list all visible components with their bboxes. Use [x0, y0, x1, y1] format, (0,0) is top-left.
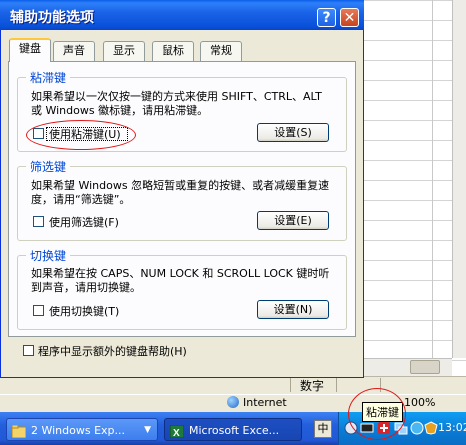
filter-keys-description: 如果希望 Windows 忽略短暂或重复的按键、或者减缓重复速度，请用“筛选键”… — [31, 179, 330, 206]
toggle-keys-checkbox-label[interactable]: 使用切换键(T) — [49, 303, 119, 319]
help-button[interactable]: ? — [317, 8, 336, 27]
taskbar-button-label: 2 Windows Exp... — [31, 424, 126, 437]
tab-sound[interactable]: 声音 — [53, 41, 95, 61]
sticky-keys-heading: 粘滞键 — [26, 69, 71, 86]
ime-indicator[interactable]: 中 — [314, 420, 332, 438]
toggle-keys-settings-button[interactable]: 设置(N) — [257, 300, 329, 319]
dialog-title: 辅助功能选项 — [10, 10, 94, 26]
toggle-keys-description: 如果希望在按 CAPS、NUM LOCK 和 SCROLL LOCK 键时听到声… — [31, 267, 330, 294]
tab-general[interactable]: 常规 — [200, 41, 242, 61]
horizontal-scroll-thumb[interactable] — [410, 360, 440, 374]
sticky-keys-settings-button[interactable]: 设置(S) — [257, 123, 329, 142]
close-button[interactable]: ✕ — [340, 8, 359, 27]
status-separator — [290, 378, 291, 392]
highlight-circle — [26, 120, 136, 150]
security-icon[interactable] — [424, 421, 438, 435]
taskbar-button-excel[interactable]: X Microsoft Exce... — [164, 418, 302, 441]
extra-keyboard-help-label[interactable]: 程序中显示额外的键盘帮助(H) — [38, 343, 187, 359]
taskbar-button-label: Microsoft Exce... — [189, 424, 280, 437]
clock[interactable]: 13:02 — [438, 421, 466, 434]
zoom-level[interactable]: 100% — [404, 396, 435, 409]
sticky-keys-description: 如果希望以一次仅按一键的方式来使用 SHIFT、CTRL、ALT 或 Windo… — [31, 90, 322, 117]
highlight-circle — [348, 388, 406, 440]
vertical-scrollbar[interactable] — [452, 0, 466, 358]
tab-display[interactable]: 显示 — [103, 41, 145, 61]
excel-status-bar — [0, 376, 466, 395]
globe-icon — [227, 396, 239, 408]
toggle-keys-heading: 切换键 — [26, 247, 71, 264]
svg-text:X: X — [173, 428, 180, 438]
filter-keys-checkbox-label[interactable]: 使用筛选键(F) — [49, 214, 119, 230]
sound-icon[interactable] — [410, 421, 424, 435]
extra-keyboard-help-checkbox[interactable] — [23, 345, 34, 356]
tab-keyboard[interactable]: 键盘 — [9, 38, 51, 62]
toggle-keys-checkbox[interactable] — [33, 305, 44, 316]
taskbar-button-windows-explorer[interactable]: 2 Windows Exp... ▼ — [6, 418, 158, 441]
dropdown-arrow-icon: ▼ — [144, 425, 151, 435]
filter-keys-checkbox[interactable] — [33, 216, 44, 227]
tab-mouse[interactable]: 鼠标 — [152, 41, 194, 61]
folder-icon — [11, 423, 27, 439]
excel-icon: X — [169, 423, 185, 439]
filter-keys-settings-button[interactable]: 设置(E) — [257, 211, 329, 230]
security-zone-label: Internet — [243, 396, 287, 409]
status-separator — [336, 378, 337, 392]
num-lock-indicator: 数字 — [300, 379, 325, 393]
filter-keys-heading: 筛选键 — [26, 158, 71, 175]
